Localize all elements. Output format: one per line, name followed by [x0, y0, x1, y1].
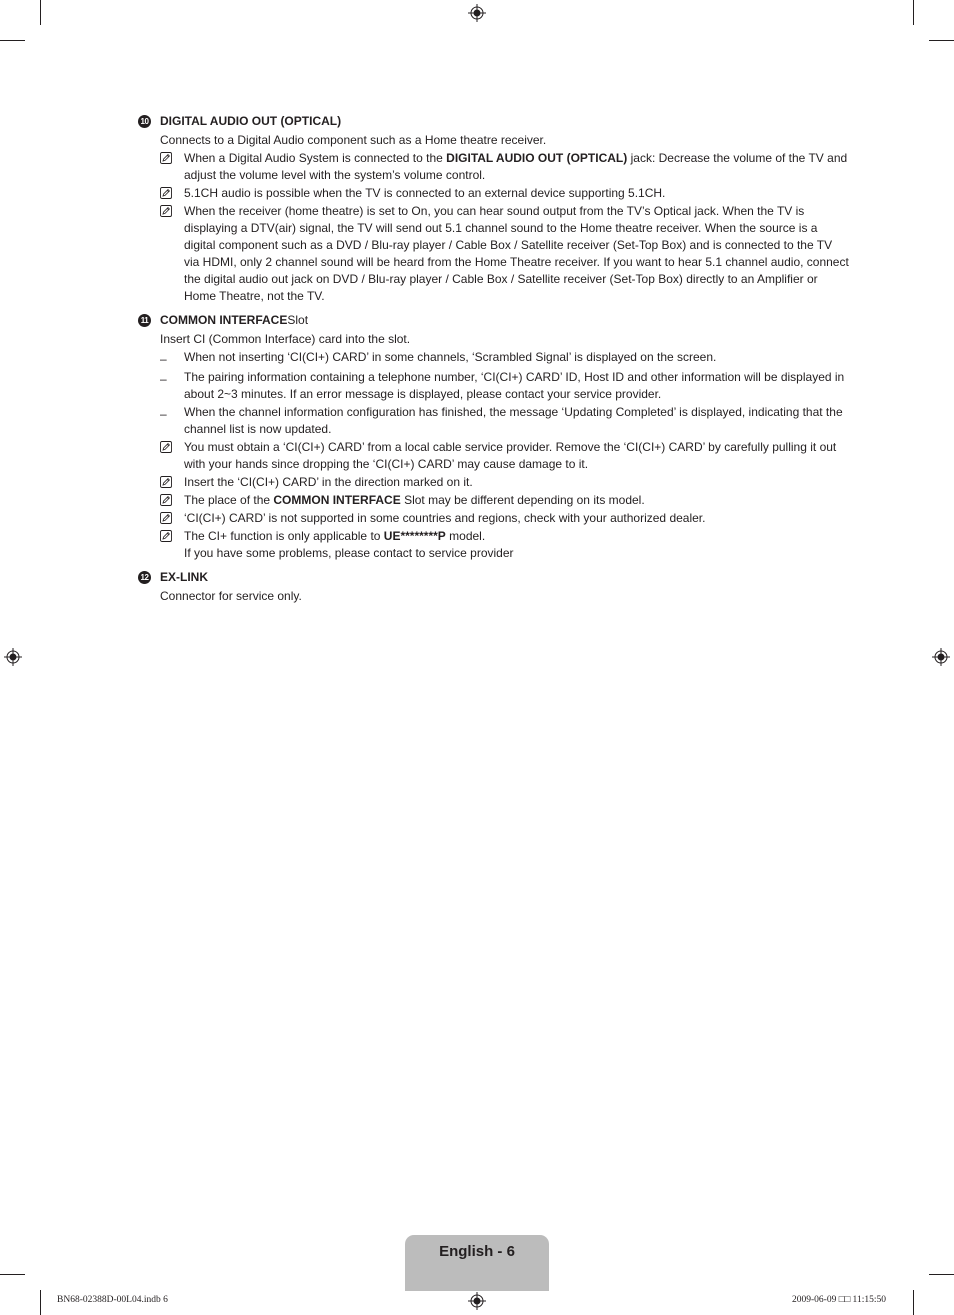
note-icon	[160, 439, 184, 473]
section-number-icon: 11	[138, 314, 151, 327]
crop-mark	[913, 0, 914, 25]
item-text: When not inserting ‘CI(CI+) CARD’ in som…	[184, 349, 850, 368]
item-text: The pairing information containing a tel…	[184, 369, 850, 403]
crop-mark	[40, 1290, 41, 1315]
note-icon	[160, 203, 184, 305]
crop-mark	[929, 40, 954, 41]
item-text: The place of the COMMON INTERFACE Slot m…	[184, 492, 850, 509]
crop-mark	[40, 0, 41, 25]
dash-glyph: –	[160, 407, 167, 421]
item-text: You must obtain a ‘CI(CI+) CARD’ from a …	[184, 439, 850, 473]
date-slug: 2009-06-09 □□ 11:15:50	[792, 1295, 886, 1305]
item-text: ‘CI(CI+) CARD’ is not supported in some …	[184, 510, 850, 527]
bullet-item: – The pairing information containing a te…	[160, 369, 850, 403]
item-text-part: When not inserting ‘CI(CI+) CARD’ in som…	[184, 350, 717, 364]
item-text-part: Slot may be different depending on its m…	[400, 493, 645, 507]
dash-glyph: –	[160, 352, 167, 366]
crop-mark	[913, 1290, 914, 1315]
section-title: EX-LINK	[160, 570, 208, 584]
note-item: When a Digital Audio System is connected…	[160, 150, 850, 184]
crop-mark	[0, 1274, 25, 1275]
page-label: English - 6	[439, 1243, 515, 1260]
bullet-item: – When not inserting ‘CI(CI+) CARD’ in so…	[160, 349, 850, 368]
dash-marker: –	[160, 349, 184, 368]
note-item: ‘CI(CI+) CARD’ is not supported in some …	[160, 510, 850, 527]
item-text: Insert the ‘CI(CI+) CARD’ in the directi…	[184, 474, 850, 491]
item-text-bold: UE********P	[383, 529, 446, 543]
note-item: The CI+ function is only applicable to U…	[160, 528, 850, 562]
item-text: When a Digital Audio System is connected…	[184, 150, 850, 184]
section-heading: 11 COMMON INTERFACE Slot	[138, 312, 850, 329]
section-title: DIGITAL AUDIO OUT (OPTICAL)	[160, 114, 342, 128]
section-number-icon: 12	[138, 571, 151, 584]
registration-mark-icon	[932, 648, 950, 666]
dash-glyph: –	[160, 372, 167, 386]
item-text: The CI+ function is only applicable to U…	[184, 528, 850, 562]
section-number-icon: 10	[138, 115, 151, 128]
note-icon	[160, 528, 184, 562]
item-text-part: 5.1CH audio is possible when the TV is c…	[184, 186, 666, 200]
section-description: Insert CI (Common Interface) card into t…	[160, 332, 411, 346]
item-text-part: You must obtain a ‘CI(CI+) CARD’ from a …	[184, 440, 837, 471]
item-text: When the channel information configurati…	[184, 404, 850, 438]
section-heading: 12 EX-LINK	[138, 569, 850, 586]
registration-mark-icon	[468, 1292, 486, 1310]
section-description: Connects to a Digital Audio component su…	[160, 133, 547, 147]
registration-mark-icon	[468, 4, 486, 22]
item-text-extra: If you have some problems, please contac…	[184, 546, 514, 560]
note-icon	[160, 510, 184, 527]
crop-mark	[0, 40, 25, 41]
note-icon	[160, 150, 184, 184]
item-text-part: The place of the	[184, 493, 274, 507]
note-icon	[160, 492, 184, 509]
note-icon	[160, 185, 184, 202]
item-text-part: When the receiver (home theatre) is set …	[184, 204, 849, 303]
dash-marker: –	[160, 369, 184, 403]
manual-content: 10 DIGITAL AUDIO OUT (OPTICAL) Connects to…	[138, 110, 850, 609]
section-heading: 10 DIGITAL AUDIO OUT (OPTICAL)	[138, 113, 850, 130]
section-title: COMMON INTERFACE	[160, 313, 288, 327]
crop-mark	[929, 1274, 954, 1275]
item-text-part: When the channel information configurati…	[184, 405, 843, 436]
section-title-suffix: Slot	[287, 313, 309, 327]
item-text: When the receiver (home theatre) is set …	[184, 203, 850, 305]
section-description: Connector for service only.	[160, 589, 302, 603]
bullet-item: – When the channel information configurat…	[160, 404, 850, 438]
file-slug: BN68-02388D-00L04.indb 6	[57, 1295, 168, 1305]
item-text-part: Insert the ‘CI(CI+) CARD’ in the directi…	[184, 475, 473, 489]
item-text-bold: COMMON INTERFACE	[273, 493, 401, 507]
item-text-part: The CI+ function is only applicable to	[184, 529, 384, 543]
note-item: When the receiver (home theatre) is set …	[160, 203, 850, 305]
page-number-tab: English - 6	[405, 1235, 549, 1291]
note-item: 5.1CH audio is possible when the TV is c…	[160, 185, 850, 202]
item-text-part: ‘CI(CI+) CARD’ is not supported in some …	[184, 511, 706, 525]
registration-mark-icon	[4, 648, 22, 666]
note-item: You must obtain a ‘CI(CI+) CARD’ from a …	[160, 439, 850, 473]
dash-marker: –	[160, 404, 184, 438]
item-text-part: model.	[445, 529, 486, 543]
note-item: The place of the COMMON INTERFACE Slot m…	[160, 492, 850, 509]
item-text: 5.1CH audio is possible when the TV is c…	[184, 185, 850, 202]
note-item: Insert the ‘CI(CI+) CARD’ in the directi…	[160, 474, 850, 491]
note-icon	[160, 474, 184, 491]
item-text-bold: DIGITAL AUDIO OUT (OPTICAL)	[446, 151, 628, 165]
item-text-part: When a Digital Audio System is connected…	[184, 151, 447, 165]
item-text-part: The pairing information containing a tel…	[184, 370, 845, 401]
